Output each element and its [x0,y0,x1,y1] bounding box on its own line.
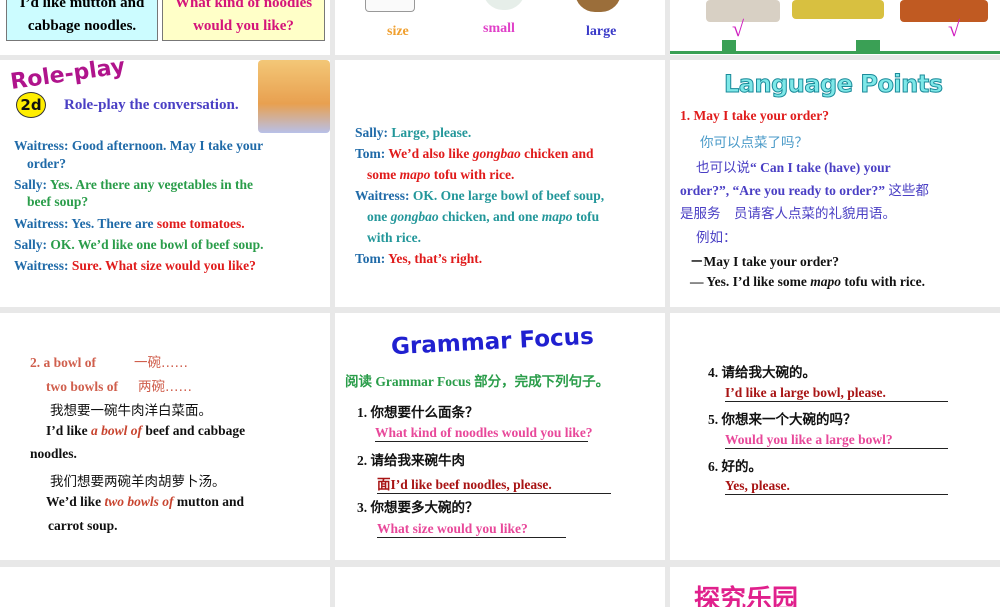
slide-thumbnail-grammar-focus[interactable]: Grammar Focus 阅读 Grammar Focus 部分，完成下列句子… [335,313,665,560]
answer-blank: I’d like a large bowl, please. [725,385,948,402]
text-line: －May I take your order? [690,254,839,269]
question-text: 2. 请给我来碗牛肉 [357,453,465,468]
dialogue-line: Waitress: Sure. What size would you like… [14,258,256,273]
slide-thumbnail-explore[interactable]: 探究乐园 [670,567,1000,607]
answer-box: I’d like mutton and cabbage noodles. [6,0,158,41]
dialogue-line: Sally: Yes. Are there any vegetables in … [14,177,253,192]
dialogue-line: with rice. [367,230,421,245]
question-text: 1. 你想要什么面条？ [357,405,479,420]
dialogue-line: Tom: Yes, that’s right. [355,251,483,266]
chicken-dish-image [900,0,988,22]
dialogue-line: Waitress: Good afternoon. May I take you… [14,138,264,153]
dialogue-line: beef soup? [27,194,89,209]
question-text: 4. 请给我大碗的。 [708,365,816,380]
text-line: I’d like a bowl of beef and cabbage [46,423,246,438]
text-line: 例如： [696,230,737,246]
answer-blank: What kind of noodles would you like? [375,425,593,442]
slide-thumbnail-grammar-exercises[interactable]: 4. 请给我大碗的。 I’d like a large bowl, please… [670,313,1000,560]
dialogue-line: Tom: We’d also like gongbao chicken and [355,146,594,161]
answer-blank: What size would you like? [377,521,566,538]
badge-2d: 2d [16,92,46,118]
question-text: 5. 你想来一个大碗的吗？ [708,412,857,427]
vegetable-dish-image [792,0,884,19]
box-line: What kind of noodles [174,0,313,11]
question-text: 6. 好的。 [708,459,762,474]
label-large: large [586,24,617,39]
dialogue-line: Waitress: OK. One large bowl of beef sou… [355,188,605,203]
text-line: 我想要一碗牛肉洋白菜面。 [50,403,212,419]
text-line: 你可以点菜了吗？ [700,135,808,151]
text-line: 1. May I take your order? [680,108,829,123]
grass-decoration [856,40,880,54]
text-line: 是服务 员请客人点菜的礼貌用语。 [680,206,896,222]
small-bowl-image [483,0,525,10]
label-small: small [483,21,515,36]
checkmark-icon: √ [948,16,961,41]
checkmark-icon: √ [732,16,745,41]
text-line: 2. a bowl of 一碗…… [30,355,189,371]
restaurant-illustration [258,60,330,133]
large-bowl-image [575,0,621,12]
answer-blank: Would you like a large bowl? [725,432,948,449]
grass-decoration [670,51,1000,54]
box-line: I’d like mutton and [19,0,145,11]
dialogue-line: Sally: Large, please. [355,125,472,140]
text-line: order?”, “Are you ready to order?” 这些都 [680,183,929,199]
text-line: carrot soup. [48,518,118,533]
text-line: 也可以说“ Can I take (have) your [696,160,891,176]
answer-blank: 面I’d like beef noodles, please. [377,473,611,494]
slide-thumbnail-language-points[interactable]: Language Points 1. May I take your order… [670,60,1000,307]
answer-blank: Yes, please. [725,478,948,495]
slide-thumbnail-roleplay[interactable]: Role-play 2d Role-play the conversation.… [0,60,330,307]
slide-thumbnail-3[interactable]: √ √ [670,0,1000,55]
dialogue-line: Sally: OK. We’d like one bowl of beef so… [14,237,264,252]
box-line: would you like? [193,18,294,34]
text-line: two bowls of 两碗…… [46,379,193,395]
roleplay-banner: Role-play [8,60,127,95]
dialogue-line: some mapo tofu with rice. [367,167,515,182]
slide-thumbnail-1[interactable]: I’d like mutton and cabbage noodles. Wha… [0,0,330,55]
slide-thumbnail-2[interactable]: size small large [335,0,665,55]
question-text: 3. 你想要多大碗的？ [357,500,479,515]
shirt-size-image [365,0,415,12]
label-size: size [387,24,409,39]
slide-title: Role-play the conversation. [64,97,239,113]
slide-title: Language Points [724,70,944,99]
slide-title: 探究乐园 [694,585,799,607]
grass-decoration [722,40,736,54]
box-line: cabbage noodles. [27,18,137,34]
dialogue-line: Waitress: Yes. There are some tomatoes. [14,216,245,231]
text-line: — Yes. I’d like some mapo tofu with rice… [690,274,925,289]
dialogue-line: order? [27,156,66,171]
text-line: noodles. [30,446,77,461]
instruction-text: 阅读 Grammar Focus 部分，完成下列句子。 [345,374,610,389]
slide-thumbnail-blank-1[interactable] [0,567,330,607]
dialogue-line: one gongbao chicken, and one mapo tofu [367,209,600,224]
text-line: 我们想要两碗羊肉胡萝卜汤。 [50,474,226,490]
text-line: We’d like two bowls of mutton and [46,494,245,509]
slide-title: Grammar Focus [390,323,595,361]
slide-thumbnail-blank-2[interactable] [335,567,665,607]
slide-thumbnail-bowl-of[interactable]: 2. a bowl of 一碗…… two bowls of 两碗…… 我想要一碗牛… [0,313,330,560]
question-box: What kind of noodles would you like? [162,0,325,41]
slide-thumbnail-dialogue[interactable]: Sally: Large, please. Tom: We’d also lik… [335,60,665,307]
